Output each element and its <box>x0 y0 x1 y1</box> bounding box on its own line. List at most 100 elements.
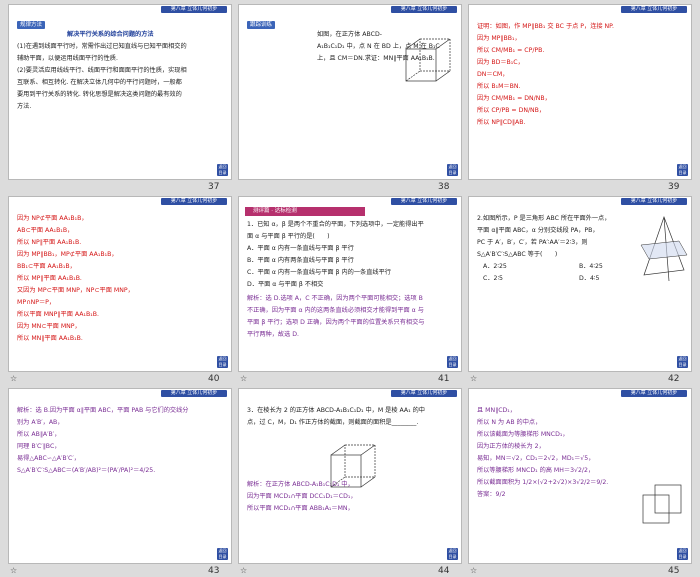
slide-text-line: 所以 CP/PB = DN/NB， <box>477 107 546 114</box>
slide-text-line: 所以 MN∥平面 AA₁B₁B. <box>17 335 83 342</box>
slide-number: 45 <box>668 566 680 576</box>
slide-text-line: DN＝CM， <box>477 71 509 78</box>
section-tag: 测评篇 · 达标检测 <box>253 208 297 214</box>
slide-text-line: (1)在遇到线面平行时，常需作出过已知直线与已知平面相交的 <box>17 43 187 50</box>
slide-thumbnail-37[interactable]: 第八章 立体几何初步 规律方法 解决平行关系的综合问题的方法 (1)在遇到线面平行时，… <box>8 4 232 180</box>
slide-text-line: 所以该截面为等腰梯形 MNCD₁， <box>477 431 569 438</box>
slide-text-line: AB⊂平面 AA₁B₁B， <box>17 227 74 234</box>
transition-icon[interactable]: ☆ <box>10 566 17 575</box>
slide-text-line: 所以 N 为 AB 的中点， <box>477 419 542 426</box>
transition-icon[interactable]: ☆ <box>240 566 247 575</box>
slide-text-line: 因为 BD＝B₁C， <box>477 59 524 66</box>
slide-text-line: A．2∶25 <box>483 263 507 270</box>
slide-text-line: 别为 A′B′，AB， <box>17 419 64 426</box>
chapter-chip: 第八章 立体几何初步 <box>161 6 227 13</box>
chapter-chip: 第八章 立体几何初步 <box>391 390 457 397</box>
section-tag: 规律方法 <box>17 21 46 29</box>
answer-line: 不正确，因为平面 α 内的这两条直线必须相交才能得到平面 α 与 <box>247 307 424 314</box>
back-button[interactable]: 返回 目录 <box>677 164 688 176</box>
slide-text-line: 易得△ABC∽△A′B′C′， <box>17 455 80 462</box>
slide-text-line: 方法. <box>17 103 32 110</box>
chapter-chip: 第八章 立体几何初步 <box>391 198 457 205</box>
slide-thumbnail-45[interactable]: 第八章 立体几何初步且 MN∥CD₁， 所以 N 为 AB 的中点， 所以该截面为等… <box>468 388 692 564</box>
back-button[interactable]: 返回 目录 <box>447 356 458 368</box>
answer-line: 平行两种，故选 D. <box>247 331 300 338</box>
slide-text-line: 因为 NP⊄平面 AA₁B₁B， <box>17 215 88 222</box>
slide-text-line: S△A′B′C′∶S△ABC 等于( ) <box>477 251 558 258</box>
chapter-chip: 第八章 立体几何初步 <box>161 390 227 397</box>
slide-number: 37 <box>208 182 220 192</box>
slide-thumbnail-42[interactable]: 第八章 立体几何初步 2.如图所示，P 是三角形 ABC 所在平面外一点， 平面 α… <box>468 196 692 372</box>
slide-number: 42 <box>668 374 680 384</box>
slide-text-line: 因为 MP∥BB₁， <box>477 35 521 42</box>
transition-icon[interactable]: ☆ <box>470 566 477 575</box>
slide-thumbnail-43[interactable]: 第八章 立体几何初步解析：选 B.因为平面 α∥平面 ABC，平面 PAB 与它… <box>8 388 232 564</box>
chapter-chip: 第八章 立体几何初步 <box>621 198 687 205</box>
slide-number: 40 <box>208 374 220 384</box>
slide-text-line: 辅助平面，以便运用线面平行的性质. <box>17 55 118 62</box>
transition-icon[interactable]: ☆ <box>240 374 247 383</box>
cube-figure <box>330 444 376 488</box>
answer-line: 平面 β 平行；选项 D 正确，因为两个平面的位置关系只有相交与 <box>247 319 425 326</box>
slide-text-line: 所以截面面积为 1/2×(√2+2√2)×3√2/2＝9/2. <box>477 479 609 486</box>
back-button[interactable]: 返回 目录 <box>217 356 228 368</box>
slide-text-line: 且 MN∥CD₁， <box>477 407 516 414</box>
slide-text-line: 所以 NP∥CD∥AB. <box>477 119 526 126</box>
slide-text-line: 互联系、相互转化. 在解决立体几何中的平行问题时，一般都 <box>17 79 182 86</box>
slide-text-line: 所以平面 MNP∥平面 AA₁B₁B. <box>17 311 99 318</box>
back-button[interactable]: 返回 目录 <box>217 548 228 560</box>
slide-text-line: 所以 AB∥A′B′， <box>17 431 61 438</box>
slide-text-line: 所以 MP∥平面 AA₁B₁B. <box>17 275 82 282</box>
transition-icon[interactable]: ☆ <box>10 374 17 383</box>
slide-text-line: 所以 NP∥平面 AA₁B₁B. <box>17 239 82 246</box>
section-tag: 跟踪训练 <box>247 21 276 29</box>
slide-text-line: MP∩NP＝P， <box>17 299 56 306</box>
slide-thumbnail-44[interactable]: 第八章 立体几何初步 3．在棱长为 2 的正方体 ABCD-A₁B₁C₁D₁ 中，… <box>238 388 462 564</box>
answer-line: 解析：选 D.选项 A，C 不正确，因为两个平面可能相交；选项 B <box>247 295 423 302</box>
slide-text-line: 证明：如图，作 MP∥BB₁ 交 BC 于点 P，连接 NP. <box>477 23 614 30</box>
slide-thumbnail-39[interactable]: 第八章 立体几何初步证明：如图，作 MP∥BB₁ 交 BC 于点 P，连接 NP… <box>468 4 692 180</box>
slide-text-line: 所以等腰梯形 MNCD₁ 的高 MH＝3√2/2， <box>477 467 595 474</box>
slide-text-line: 所以 CM/MB₁ = CP/PB. <box>477 47 545 54</box>
back-button[interactable]: 返回 目录 <box>447 164 458 176</box>
slide-text-line: 如图，在正方体 ABCD- <box>317 31 382 38</box>
slide-text-line: 同理 B′C′∥BC， <box>17 443 61 450</box>
slide-text-line: 3．在棱长为 2 的正方体 ABCD-A₁B₁C₁D₁ 中，M 是棱 AA₁ 的… <box>247 407 425 414</box>
slide-text-line: 面 α 与平面 β 平行的是( ) <box>247 233 330 240</box>
slide-text-line: B．平面 α 内有两条直线与平面 β 平行 <box>247 257 354 264</box>
slide-number: 39 <box>668 182 680 192</box>
slide-text-line: 解析：选 B.因为平面 α∥平面 ABC，平面 PAB 与它们的交线分 <box>17 407 189 414</box>
back-button[interactable]: 返回 目录 <box>217 164 228 176</box>
slide-text-line: PC 于 A′，B′，C′，若 PA′∶AA′＝2∶3，则 <box>477 239 588 246</box>
slide-text-line: C．平面 α 内有一条直线与平面 β 内的一条直线平行 <box>247 269 391 276</box>
answer-line: 所以平面 MCD₁∩平面 ABB₁A₁＝MN， <box>247 505 354 512</box>
slide-text-line: 因为 MN⊂平面 MNP， <box>17 323 81 330</box>
slide-thumbnail-40[interactable]: 第八章 立体几何初步 因为 NP⊄平面 AA₁B₁B， AB⊂平面 AA₁B₁B， 所… <box>8 196 232 372</box>
slide-text-line: 答案：9/2 <box>477 491 506 498</box>
back-button[interactable]: 返回 目录 <box>677 356 688 368</box>
slide-text-line: 1．已知 α，β 是两个不重合的平面，下列选项中，一定能得出平 <box>247 221 424 228</box>
slide-text-line: 点，过 C，M，D₁ 作正方体的截面，则截面的面积是________. <box>247 419 419 426</box>
slide-text-line: 又因为 MP⊂平面 MNP，NP⊂平面 MNP， <box>17 287 134 294</box>
slide-thumbnail-38[interactable]: 第八章 立体几何初步 跟踪训练 如图，在正方体 ABCD- A₁B₁C₁D₁ 中，点 … <box>238 4 462 180</box>
transition-icon[interactable]: ☆ <box>470 374 477 383</box>
slide-number: 43 <box>208 566 220 576</box>
slide-text-line: 2.如图所示，P 是三角形 ABC 所在平面外一点， <box>477 215 611 222</box>
chapter-chip: 第八章 立体几何初步 <box>391 6 457 13</box>
chapter-chip: 第八章 立体几何初步 <box>621 390 687 397</box>
slide-text-line: 因为 CM/MB₁ = DN/NB， <box>477 95 551 102</box>
back-button[interactable]: 返回 目录 <box>447 548 458 560</box>
slide-text-line: 因为 MP∥BB₁，MP⊄平面 AA₁B₁B， <box>17 251 118 258</box>
slide-text-line: C．2∶5 <box>483 275 503 282</box>
pyramid-figure <box>640 215 688 282</box>
slide-thumbnail-41[interactable]: 第八章 立体几何初步测评篇 · 达标检测 1．已知 α，β 是两个不重合的平面，下… <box>238 196 462 372</box>
slide-text-line: 易知，MN＝√2，CD₁＝2√2，MD₁＝√5， <box>477 455 595 462</box>
back-button[interactable]: 返回 目录 <box>677 548 688 560</box>
slide-text-line: 要用到平行关系的转化. 转化思想是解决这类问题的最有效的 <box>17 91 182 98</box>
chapter-chip: 第八章 立体几何初步 <box>621 6 687 13</box>
slide-text-line: 因为正方体的棱长为 2， <box>477 443 545 450</box>
slide-text-line: A．平面 α 内有一条直线与平面 β 平行 <box>247 245 354 252</box>
slide-text-line: BB₁⊂平面 AA₁B₁B， <box>17 263 76 270</box>
cube-figure <box>642 484 682 524</box>
slide-text-line: 所以 B₁M＝BN. <box>477 83 521 90</box>
